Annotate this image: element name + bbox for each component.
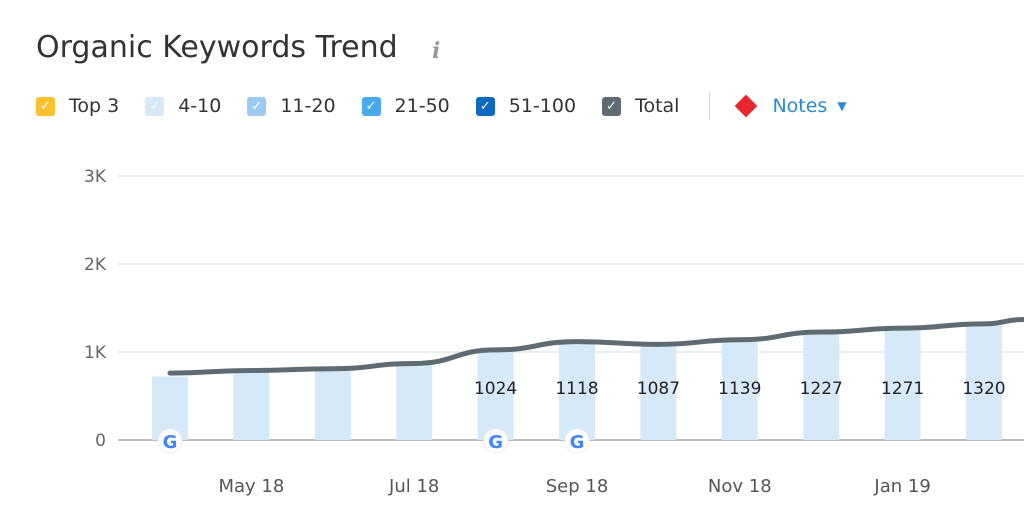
data-label: 1118 [555,379,598,399]
data-label: 1320 [962,379,1005,399]
google-icon-glyph: G [570,432,585,453]
y-tick-label: 3K [84,167,107,187]
google-icon-glyph: G [163,432,178,453]
data-label: 1227 [800,379,843,399]
data-label: 1271 [881,379,924,399]
x-tick-label: Nov 18 [708,476,772,497]
y-tick-label: 0 [95,431,106,451]
bar [396,364,433,440]
chart: 0 1K 2K 3K 1024 1118 1087 1139 1227 1271 1320 May 1… [84,167,1024,497]
google-icon-glyph: G [488,432,503,453]
data-label: 1139 [718,379,761,399]
x-tick-label: May 18 [218,476,284,497]
y-tick-label: 1K [84,343,107,363]
bar [314,368,351,440]
x-tick-label: Sep 18 [546,476,609,497]
y-tick-label: 2K [84,255,107,275]
x-tick-label: Jul 18 [388,476,439,497]
x-tick-label: Jan 19 [873,476,930,497]
bar [233,370,270,440]
data-label: 1024 [474,379,517,399]
data-label: 1087 [637,379,680,399]
